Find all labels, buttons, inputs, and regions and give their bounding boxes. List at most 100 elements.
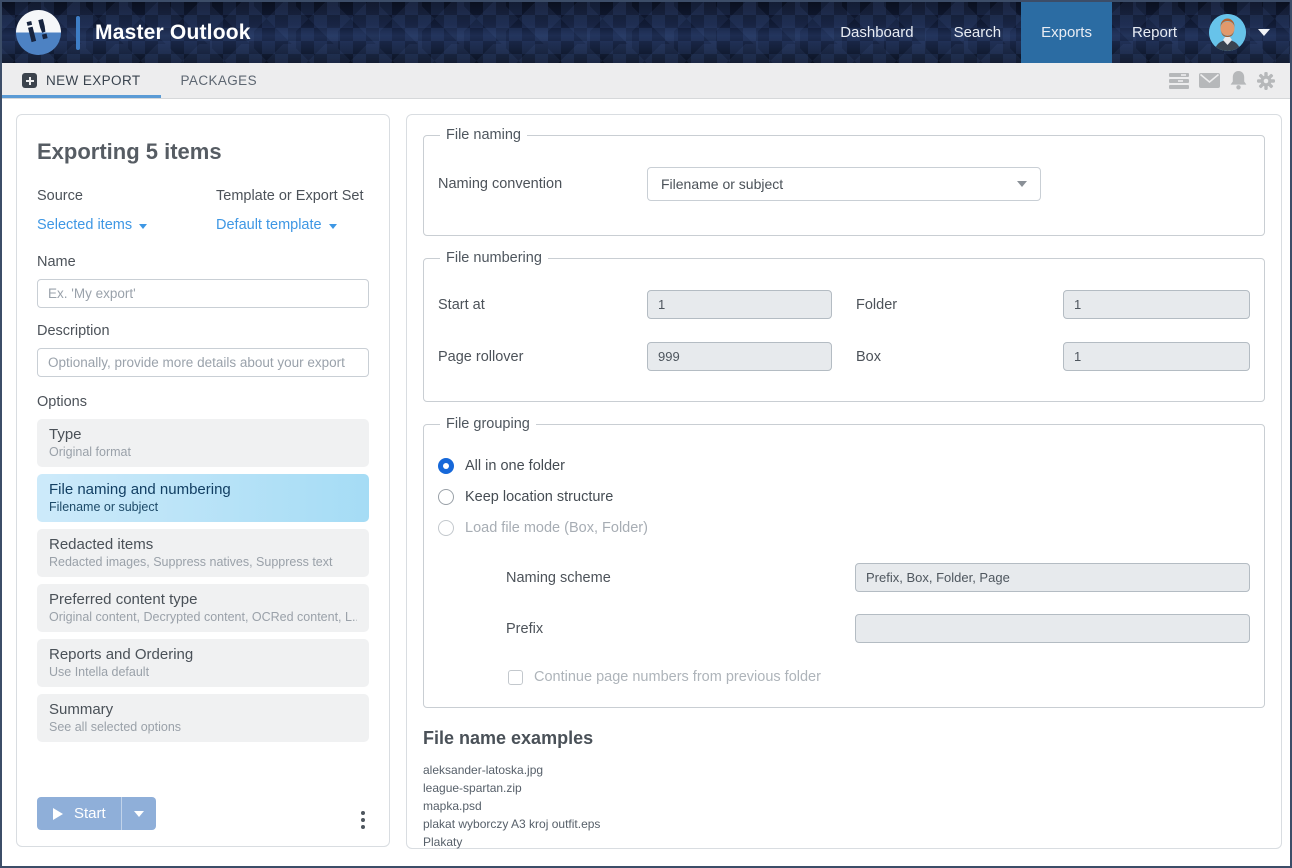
tab-new-export-label: NEW EXPORT [46,73,141,88]
option-summary[interactable]: Summary See all selected options [37,694,369,742]
option-title: Type [49,426,357,443]
description-label: Description [37,323,369,339]
radio-all-in-one-folder[interactable]: All in one folder [438,458,1250,474]
box-label: Box [832,349,1063,365]
checkbox-icon [508,670,523,685]
start-split-button: Start [37,797,156,830]
start-at-label: Start at [438,297,647,313]
option-file-naming[interactable]: File naming and numbering Filename or su… [37,474,369,522]
content-area: Exporting 5 items Source Template or Exp… [2,99,1290,864]
chevron-down-icon [139,224,147,229]
gear-icon[interactable] [1257,72,1275,90]
template-label: Template or Export Set [216,188,369,204]
source-template-row: Source Template or Export Set Selected i… [37,188,369,234]
nav-item-exports[interactable]: Exports [1021,2,1112,63]
checkbox-label: Continue page numbers from previous fold… [534,669,821,685]
option-subtitle: Use Intella default [49,665,357,679]
description-input[interactable] [37,348,369,377]
option-subtitle: See all selected options [49,720,357,734]
folder-label: Folder [832,297,1063,313]
export-config-panel: Exporting 5 items Source Template or Exp… [16,114,390,847]
file-naming-panel: File naming Naming convention Filename o… [406,114,1282,849]
subnav-icons [1169,63,1290,98]
start-button[interactable]: Start [37,805,121,822]
continue-page-numbers-checkbox-row: Continue page numbers from previous fold… [508,669,1250,685]
tab-packages[interactable]: PACKAGES [161,63,277,98]
example-file: aleksander-latoska.jpg [423,761,1265,779]
example-file: Plakaty [423,833,1265,851]
start-at-input [647,290,832,319]
file-grouping-legend: File grouping [440,416,536,432]
option-reports-ordering[interactable]: Reports and Ordering Use Intella default [37,639,369,687]
bell-icon[interactable] [1230,71,1247,90]
naming-scheme-input [855,563,1250,592]
nav-item-search[interactable]: Search [934,2,1022,63]
option-subtitle: Redacted images, Suppress natives, Suppr… [49,555,357,569]
brand: i! Master Outlook [2,2,251,63]
export-heading: Exporting 5 items [37,139,369,165]
app-logo-icon: i! [16,10,61,55]
source-dropdown-label: Selected items [37,217,132,233]
mail-icon[interactable] [1199,73,1220,88]
start-options-button[interactable] [122,797,156,830]
plus-square-icon [22,73,37,88]
radio-checked-icon[interactable] [438,458,454,474]
radio-label: Load file mode (Box, Folder) [465,520,648,536]
options-list: Type Original format File naming and num… [37,419,369,742]
brand-divider [76,16,80,50]
top-navbar: i! Master Outlook Dashboard Search Expor… [2,2,1290,63]
example-file: plakat wyborczy A3 kroj outfit.eps [423,815,1265,833]
option-title: Summary [49,701,357,718]
user-menu[interactable] [1197,2,1290,63]
page-rollover-label: Page rollover [438,349,647,365]
option-title: Redacted items [49,536,357,553]
option-redacted-items[interactable]: Redacted items Redacted images, Suppress… [37,529,369,577]
prefix-label: Prefix [506,621,855,637]
options-label: Options [37,394,369,410]
user-menu-caret-icon[interactable] [1258,29,1270,36]
radio-icon[interactable] [438,489,454,505]
list-icon[interactable] [1169,73,1189,89]
nav-item-report[interactable]: Report [1112,2,1197,63]
option-subtitle: Original content, Decrypted content, OCR… [49,610,357,624]
radio-disabled-icon [438,520,454,536]
name-label: Name [37,254,369,270]
radio-load-file-mode: Load file mode (Box, Folder) [438,520,1250,536]
user-avatar[interactable] [1209,14,1246,51]
naming-convention-label: Naming convention [438,176,647,192]
name-input[interactable] [37,279,369,308]
tab-new-export[interactable]: NEW EXPORT [2,63,161,98]
file-numbering-legend: File numbering [440,250,548,266]
radio-label: All in one folder [465,458,565,474]
option-subtitle: Filename or subject [49,500,357,514]
nav-item-dashboard[interactable]: Dashboard [820,2,933,63]
source-dropdown[interactable]: Selected items [37,217,147,233]
option-subtitle: Original format [49,445,357,459]
radio-label: Keep location structure [465,489,613,505]
example-file-list: aleksander-latoska.jpg league-spartan.zi… [423,761,1265,851]
chevron-down-icon [1017,181,1027,187]
source-label: Source [37,188,216,204]
logo-glyph: i! [23,13,53,49]
example-file: mapka.psd [423,797,1265,815]
option-title: File naming and numbering [49,481,357,498]
template-dropdown-label: Default template [216,217,322,233]
box-input [1063,342,1250,371]
tab-packages-label: PACKAGES [181,73,257,88]
start-button-label: Start [74,805,106,822]
template-dropdown[interactable]: Default template [216,217,337,233]
sub-navbar: NEW EXPORT PACKAGES [2,63,1290,99]
option-type[interactable]: Type Original format [37,419,369,467]
radio-keep-location-structure[interactable]: Keep location structure [438,489,1250,505]
file-grouping-fieldset: File grouping All in one folder Keep loc… [423,416,1265,708]
naming-convention-select[interactable]: Filename or subject [647,167,1041,201]
file-naming-legend: File naming [440,127,527,143]
examples-heading: File name examples [423,728,1265,749]
file-numbering-fieldset: File numbering Start at Folder Page roll… [423,250,1265,402]
main-nav: Dashboard Search Exports Report [820,2,1290,63]
file-name-examples: File name examples aleksander-latoska.jp… [423,728,1265,851]
page-rollover-input [647,342,832,371]
more-options-kebab-icon[interactable] [361,818,365,822]
option-preferred-content-type[interactable]: Preferred content type Original content,… [37,584,369,632]
naming-convention-value: Filename or subject [661,176,783,192]
